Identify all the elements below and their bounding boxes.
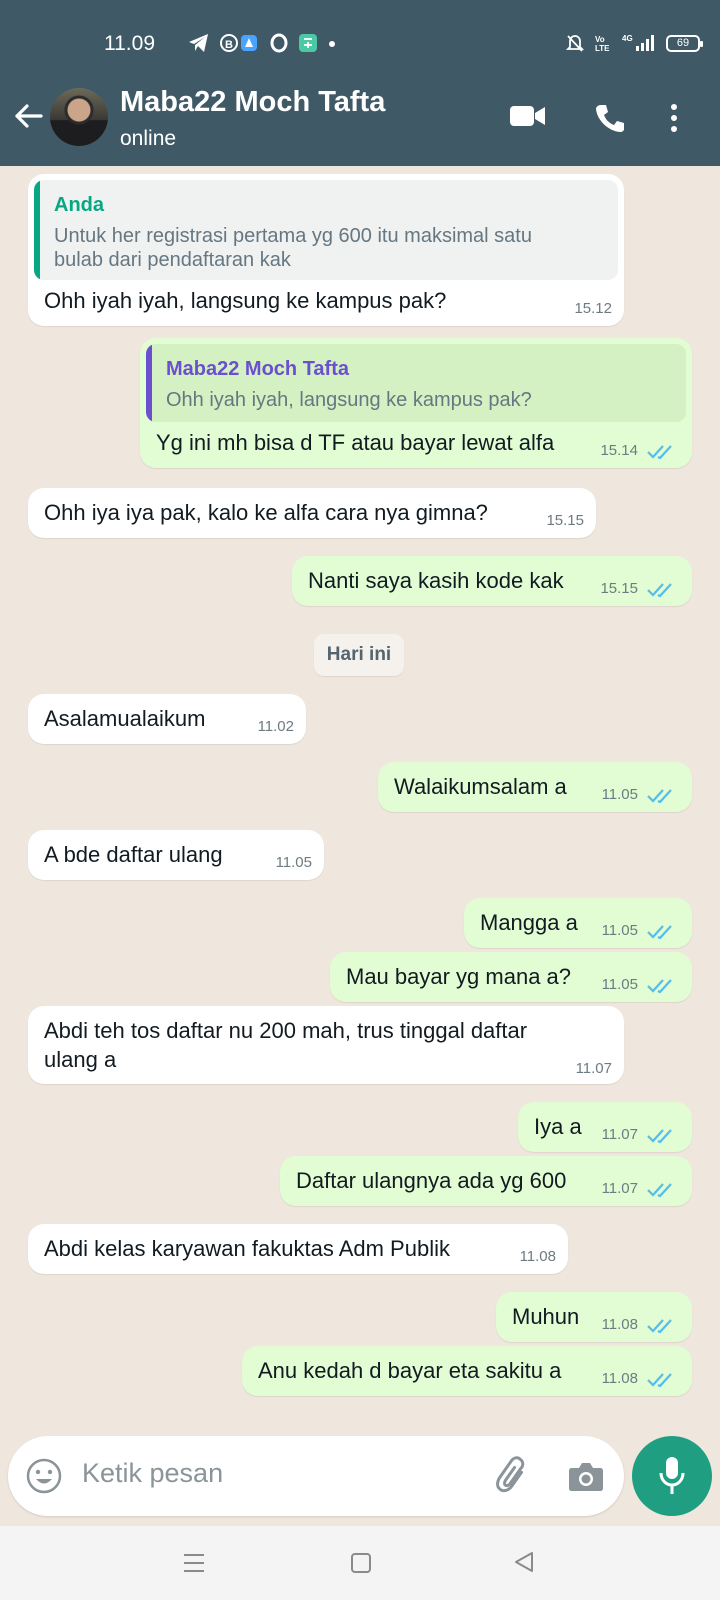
message-text: Daftar ulangnya ada yg 600 xyxy=(296,1168,567,1193)
back-arrow-icon[interactable] xyxy=(12,100,44,132)
message-time: 15.12 xyxy=(574,300,612,317)
message-text: A bde daftar ulang xyxy=(44,842,223,867)
message-time: 11.07 xyxy=(575,1060,612,1077)
quoted-message[interactable]: Maba22 Moch Tafta Ohh iyah iyah, langsun… xyxy=(146,344,686,422)
message-input[interactable]: Ketik pesan xyxy=(82,1458,223,1489)
battery-icon: 69 xyxy=(666,34,703,52)
opera-icon xyxy=(270,33,288,53)
message-text: Muhun xyxy=(512,1304,580,1329)
read-ticks-icon xyxy=(647,925,672,940)
app-notification-icon: B xyxy=(220,34,257,52)
read-ticks-icon xyxy=(647,1319,672,1334)
message-time: 11.07 xyxy=(601,1126,638,1143)
outgoing-message[interactable]: Maba22 Moch Tafta Ohh iyah iyah, langsun… xyxy=(140,338,692,468)
more-notifications-dot-icon xyxy=(329,41,335,47)
message-text: ulang a xyxy=(44,1047,117,1072)
message-time: 15.14 xyxy=(600,442,638,459)
outgoing-message[interactable]: Mangga a 11.05 xyxy=(464,898,692,948)
quoted-sender: Maba22 Moch Tafta xyxy=(166,358,349,380)
message-time: 11.08 xyxy=(601,1370,638,1387)
quoted-text: bulab dari pendaftaran kak xyxy=(54,249,291,271)
message-time: 15.15 xyxy=(546,512,584,529)
message-text: Mangga a xyxy=(480,910,578,935)
mic-icon xyxy=(659,1457,685,1494)
read-ticks-icon xyxy=(647,1129,672,1144)
quoted-message[interactable]: Anda Untuk her registrasi pertama yg 600… xyxy=(34,180,618,280)
message-time: 15.15 xyxy=(600,580,638,597)
message-text: Asalamualaikum xyxy=(44,706,206,731)
emoji-icon[interactable] xyxy=(26,1458,62,1494)
camera-icon[interactable] xyxy=(568,1460,604,1492)
message-time: 11.07 xyxy=(601,1180,638,1197)
message-text: Abdi teh tos daftar nu 200 mah, trus tin… xyxy=(44,1018,528,1043)
system-navigation-bar xyxy=(0,1526,720,1600)
message-text: Mau bayar yg mana a? xyxy=(346,964,572,989)
contact-avatar[interactable] xyxy=(50,88,108,146)
message-text: Ohh iya iya pak, kalo ke alfa cara nya g… xyxy=(44,500,488,525)
incoming-message[interactable]: Abdi kelas karyawan fakuktas Adm Publik … xyxy=(28,1224,568,1274)
telegram-icon xyxy=(189,34,208,52)
read-ticks-icon xyxy=(647,1373,672,1388)
contact-name[interactable]: Maba22 Moch Tafta xyxy=(120,86,385,119)
message-text: Iya a xyxy=(534,1114,582,1139)
message-text: Anu kedah d bayar eta sakitu a xyxy=(258,1358,562,1383)
phone-icon[interactable] xyxy=(594,102,626,134)
voice-record-button[interactable] xyxy=(632,1436,712,1516)
outgoing-message[interactable]: Iya a 11.07 xyxy=(518,1102,692,1152)
quoted-sender: Anda xyxy=(54,194,104,216)
read-ticks-icon xyxy=(647,979,672,994)
message-time: 11.05 xyxy=(275,854,312,871)
svg-text:4G: 4G xyxy=(622,34,633,43)
date-separator: Hari ini xyxy=(314,634,404,676)
status-time: 11.09 xyxy=(104,32,155,55)
attach-clip-icon[interactable] xyxy=(492,1456,532,1496)
incoming-message[interactable]: Asalamualaikum 11.02 xyxy=(28,694,306,744)
home-icon[interactable] xyxy=(350,1552,372,1574)
more-vert-icon[interactable] xyxy=(670,104,678,132)
status-system-icons: Vo LTE 4G 69 xyxy=(566,30,703,56)
status-notification-icons: B xyxy=(188,30,336,56)
svg-text:LTE: LTE xyxy=(595,44,610,53)
volte-icon: VoLTE xyxy=(595,35,610,53)
message-list[interactable]: Anda Untuk her registrasi pertama yg 600… xyxy=(0,166,720,1426)
message-text: Yg ini mh bisa d TF atau bayar lewat alf… xyxy=(156,430,555,455)
outgoing-message[interactable]: Walaikumsalam a 11.05 xyxy=(378,762,692,812)
system-back-icon[interactable] xyxy=(512,1550,536,1574)
outgoing-message[interactable]: Daftar ulangnya ada yg 600 11.07 xyxy=(280,1156,692,1206)
video-call-icon[interactable] xyxy=(510,104,546,128)
incoming-message[interactable]: Ohh iya iya pak, kalo ke alfa cara nya g… xyxy=(28,488,596,538)
incoming-message[interactable]: A bde daftar ulang 11.05 xyxy=(28,830,324,880)
chat-header: 11.09 B Vo LTE 4G 69 Maba22 Moch Tafta on… xyxy=(0,0,720,166)
quoted-text: Ohh iyah iyah, langsung ke kampus pak? xyxy=(166,389,532,411)
signal-icon: 4G xyxy=(622,34,654,51)
message-time: 11.05 xyxy=(601,976,638,993)
message-time: 11.05 xyxy=(601,922,638,939)
outgoing-message[interactable]: Anu kedah d bayar eta sakitu a 11.08 xyxy=(242,1346,692,1396)
svg-text:Vo: Vo xyxy=(595,35,605,44)
incoming-message[interactable]: Anda Untuk her registrasi pertama yg 600… xyxy=(28,174,624,326)
mute-icon xyxy=(566,35,584,52)
read-ticks-icon xyxy=(647,1183,672,1198)
read-ticks-icon xyxy=(647,583,672,598)
quoted-text: Untuk her registrasi pertama yg 600 itu … xyxy=(54,225,532,247)
outgoing-message[interactable]: Muhun 11.08 xyxy=(496,1292,692,1342)
message-text: Nanti saya kasih kode kak xyxy=(308,568,564,593)
message-composer[interactable]: Ketik pesan xyxy=(8,1436,624,1516)
incoming-message[interactable]: Abdi teh tos daftar nu 200 mah, trus tin… xyxy=(28,1006,624,1084)
contact-online-status: online xyxy=(120,127,177,150)
calculator-app-icon xyxy=(299,34,317,52)
message-time: 11.08 xyxy=(601,1316,638,1333)
read-ticks-icon xyxy=(647,445,672,460)
outgoing-message[interactable]: Mau bayar yg mana a? 11.05 xyxy=(330,952,692,1002)
message-time: 11.08 xyxy=(519,1248,556,1265)
recent-apps-icon[interactable] xyxy=(183,1552,205,1574)
svg-text:B: B xyxy=(225,39,233,51)
outgoing-message[interactable]: Nanti saya kasih kode kak 15.15 xyxy=(292,556,692,606)
message-text: Walaikumsalam a xyxy=(394,774,567,799)
message-time: 11.02 xyxy=(257,718,294,735)
read-ticks-icon xyxy=(647,789,672,804)
message-text: Ohh iyah iyah, langsung ke kampus pak? xyxy=(44,288,447,313)
message-time: 11.05 xyxy=(601,786,638,803)
message-text: Abdi kelas karyawan fakuktas Adm Publik xyxy=(44,1236,450,1261)
